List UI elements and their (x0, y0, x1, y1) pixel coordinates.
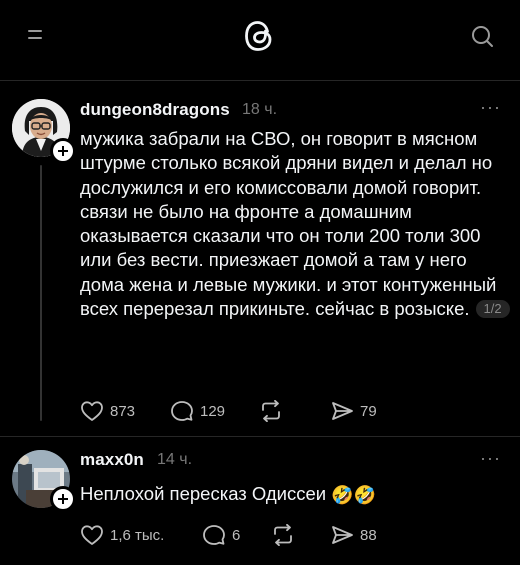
repost-icon (274, 524, 292, 546)
reply-body: Неплохой пересказ Одиссеи 🤣🤣 (80, 483, 376, 506)
post-divider (0, 436, 520, 437)
like-button[interactable]: 873 (80, 400, 135, 422)
thread-pager[interactable]: 1/2 (475, 300, 510, 319)
reply-time: 14 ч. (157, 451, 193, 468)
thread-line (40, 165, 42, 421)
repost-button[interactable] (258, 400, 284, 422)
share-count: 79 (360, 402, 377, 420)
share-button[interactable]: 79 (330, 400, 377, 422)
send-icon (332, 402, 353, 420)
comment-icon (171, 401, 193, 421)
follow-plus-icon[interactable] (50, 486, 76, 512)
comment-button[interactable]: 129 (170, 400, 225, 422)
comment-count: 6 (232, 526, 241, 544)
threads-logo-icon[interactable] (242, 17, 276, 55)
search-icon[interactable] (470, 24, 494, 48)
comment-button[interactable]: 6 (202, 524, 240, 546)
post-username[interactable]: dungeon8dragons (80, 100, 230, 120)
share-count: 88 (360, 526, 377, 544)
like-button[interactable]: 1,6 тыс. (80, 524, 164, 546)
top-bar (0, 0, 520, 80)
reply-text: Неплохой пересказ Одиссеи (80, 483, 327, 504)
comment-count: 129 (200, 402, 226, 420)
follow-plus-icon[interactable] (50, 138, 76, 164)
share-button[interactable]: 88 (330, 524, 377, 546)
menu-icon[interactable] (28, 27, 42, 41)
more-options-icon[interactable]: ··· (480, 97, 501, 118)
comment-icon (203, 525, 225, 545)
heart-icon (81, 401, 103, 421)
like-count: 873 (110, 402, 136, 420)
laughing-emoji: 🤣🤣 (331, 485, 377, 505)
reply-username[interactable]: maxx0n (80, 450, 144, 470)
send-icon (332, 526, 353, 544)
post-text: мужика забрали на СВО, он говорит в мясн… (80, 128, 497, 320)
repost-icon (262, 400, 280, 422)
heart-icon (81, 525, 103, 545)
header-divider (0, 80, 520, 81)
post-time: 18 ч. (242, 101, 278, 118)
repost-button[interactable] (270, 524, 296, 546)
like-count: 1,6 тыс. (110, 526, 165, 544)
post-body: мужика забрали на СВО, он говорит в мясн… (80, 127, 510, 321)
more-options-icon[interactable]: ··· (480, 448, 501, 469)
